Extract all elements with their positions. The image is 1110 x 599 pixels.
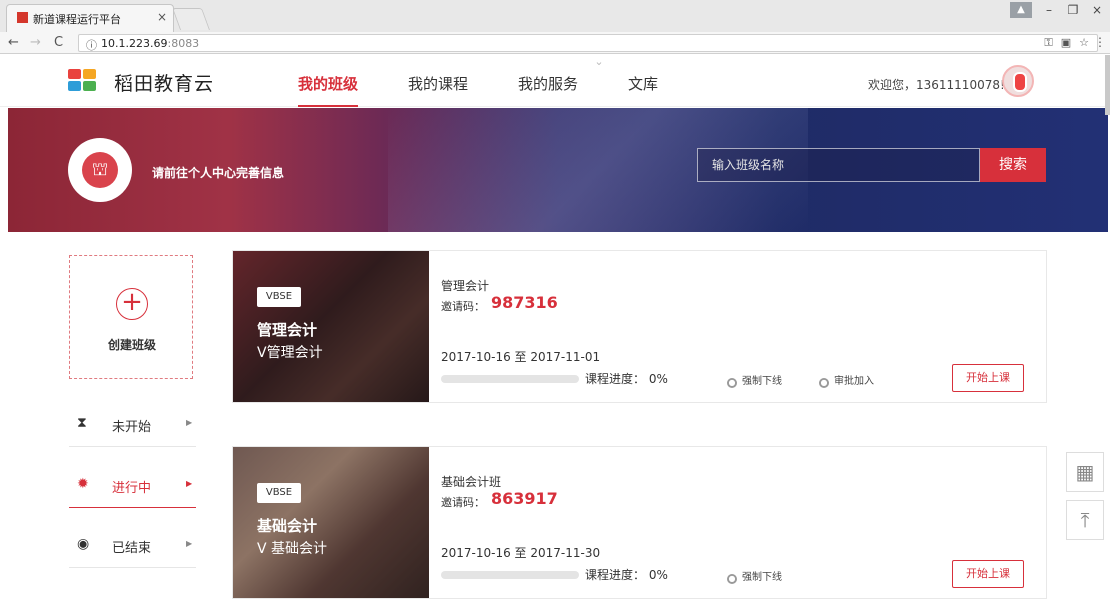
vbse-tag: VBSE xyxy=(257,483,301,503)
restore-icon[interactable]: ❐ xyxy=(1066,3,1080,17)
chevron-down-icon[interactable]: ⌄ xyxy=(584,55,614,69)
caret-right-icon: ▶ xyxy=(186,479,193,488)
class-card[interactable]: VBSE 基础会计 V 基础会计 基础会计班 邀请码： 863917 2017-… xyxy=(232,446,1047,599)
main-nav: 我的班级 我的课程 我的服务 文库 xyxy=(298,73,708,107)
new-tab-button[interactable] xyxy=(171,8,211,30)
back-to-top-icon[interactable]: ⤒ xyxy=(1066,500,1104,540)
create-class-card[interactable]: + 创建班级 xyxy=(69,255,193,379)
profile-prompt-icon[interactable]: ⛫ xyxy=(68,138,132,202)
date-range: 2017-10-16 至 2017-11-01 xyxy=(441,350,601,364)
translate-icon[interactable]: ▣ xyxy=(1061,36,1071,50)
invite-code: 863917 xyxy=(491,489,558,508)
bookmark-star-icon[interactable]: ☆ xyxy=(1079,36,1089,50)
status-label: 进行中 xyxy=(112,481,152,496)
tab-title: 新道课程运行平台 xyxy=(33,13,121,26)
status-finished[interactable]: ◉ 已结束 ▶ xyxy=(69,524,196,568)
progress-bar xyxy=(441,571,579,579)
sun-icon: ✹ xyxy=(77,476,89,492)
reload-icon[interactable]: C xyxy=(54,35,63,50)
force-offline-action[interactable]: ● 强制下线 xyxy=(727,568,782,584)
caret-right-icon: ▶ xyxy=(186,539,193,548)
logo-icon xyxy=(68,69,98,93)
avatar[interactable] xyxy=(1002,65,1034,97)
class-thumbnail[interactable]: VBSE 管理会计 V管理会计 xyxy=(233,251,429,402)
browser-menu-icon[interactable]: ⋮ xyxy=(1094,35,1106,49)
thumbnail-title: 基础会计 xyxy=(257,517,318,535)
info-icon[interactable]: ⓘ xyxy=(86,37,97,53)
force-offline-action[interactable]: ● 强制下线 xyxy=(727,372,782,388)
forward-icon[interactable]: → xyxy=(30,35,41,50)
start-class-button[interactable]: 开始上课 xyxy=(952,560,1024,588)
power-icon: ● xyxy=(727,574,737,584)
class-thumbnail[interactable]: VBSE 基础会计 V 基础会计 xyxy=(233,447,429,598)
progress-bar xyxy=(441,375,579,383)
status-label: 已结束 xyxy=(112,541,152,556)
class-name[interactable]: 基础会计班 xyxy=(441,473,501,490)
tab-close-icon[interactable]: × xyxy=(157,10,167,24)
hero-banner: ⛫ 请前往个人中心完善信息 搜索 xyxy=(8,108,1108,232)
approve-join-action[interactable]: ● 审批加入 xyxy=(819,372,874,388)
address-bar-row: ← → C ⓘ 10.1.223.69:8083 ⚿ ▣ ☆ ⋮ xyxy=(0,32,1110,54)
class-search-input[interactable] xyxy=(697,148,980,182)
class-name[interactable]: 管理会计 xyxy=(441,277,489,294)
scrollbar[interactable] xyxy=(1105,55,1110,115)
nav-my-services[interactable]: 我的服务 xyxy=(518,73,578,94)
logo-text[interactable]: 稻田教育云 xyxy=(114,69,214,96)
qr-code-icon[interactable]: ▦ xyxy=(1066,452,1104,492)
progress-label: 课程进度： 0% xyxy=(585,372,668,386)
invite-label: 邀请码： xyxy=(441,496,485,509)
url-actions: ⚿ ▣ ☆ xyxy=(1044,36,1089,50)
caret-right-icon: ▶ xyxy=(186,418,193,427)
window-controls: ▲ – ❐ × xyxy=(1010,0,1104,20)
circle-icon: ◉ xyxy=(77,536,90,552)
close-window-icon[interactable]: × xyxy=(1090,3,1104,17)
minimize-icon[interactable]: – xyxy=(1042,3,1056,17)
thumbnail-title: 管理会计 xyxy=(257,321,318,339)
start-class-button[interactable]: 开始上课 xyxy=(952,364,1024,392)
welcome-text: 欢迎您，13611110078! xyxy=(868,78,1005,92)
plus-icon: + xyxy=(116,288,148,320)
profile-prompt-text[interactable]: 请前往个人中心完善信息 xyxy=(152,164,284,181)
power-icon: ● xyxy=(727,378,737,388)
key-icon[interactable]: ⚿ xyxy=(1044,36,1052,50)
url-field[interactable]: ⓘ 10.1.223.69:8083 ⚿ ▣ ☆ xyxy=(78,34,1098,52)
invite-label: 邀请码： xyxy=(441,300,485,313)
site-header: 稻田教育云 我的班级 我的课程 我的服务 文库 ⌄ 欢迎您，1361111007… xyxy=(0,55,1110,107)
progress-label: 课程进度： 0% xyxy=(585,568,668,582)
browser-tab[interactable]: 新道课程运行平台 × xyxy=(6,4,174,32)
thumbnail-subtitle: V 基础会计 xyxy=(257,541,328,557)
profile-icon[interactable]: ▲ xyxy=(1010,2,1032,18)
favicon-icon xyxy=(17,12,28,23)
invite-code: 987316 xyxy=(491,293,558,312)
hourglass-icon: ⧗ xyxy=(77,415,87,431)
status-label: 未开始 xyxy=(112,420,152,435)
browser-tab-bar: 新道课程运行平台 × ▲ – ❐ × xyxy=(0,0,1110,32)
vbse-tag: VBSE xyxy=(257,287,301,307)
nav-my-courses[interactable]: 我的课程 xyxy=(408,73,468,94)
back-icon[interactable]: ← xyxy=(8,35,19,50)
school-icon: ⛫ xyxy=(82,152,118,188)
url-text: 10.1.223.69:8083 xyxy=(101,37,200,50)
nav-my-classes[interactable]: 我的班级 xyxy=(298,73,359,107)
search-button[interactable]: 搜索 xyxy=(980,148,1046,182)
status-not-started[interactable]: ⧗ 未开始 ▶ xyxy=(69,403,196,447)
status-in-progress[interactable]: ✹ 进行中 ▶ xyxy=(69,464,196,508)
class-card[interactable]: VBSE 管理会计 V管理会计 管理会计 邀请码： 987316 2017-10… xyxy=(232,250,1047,403)
nav-library[interactable]: 文库 xyxy=(628,73,658,94)
user-icon: ● xyxy=(819,378,829,388)
date-range: 2017-10-16 至 2017-11-30 xyxy=(441,546,601,560)
create-class-label: 创建班级 xyxy=(107,338,156,352)
thumbnail-subtitle: V管理会计 xyxy=(257,345,323,361)
